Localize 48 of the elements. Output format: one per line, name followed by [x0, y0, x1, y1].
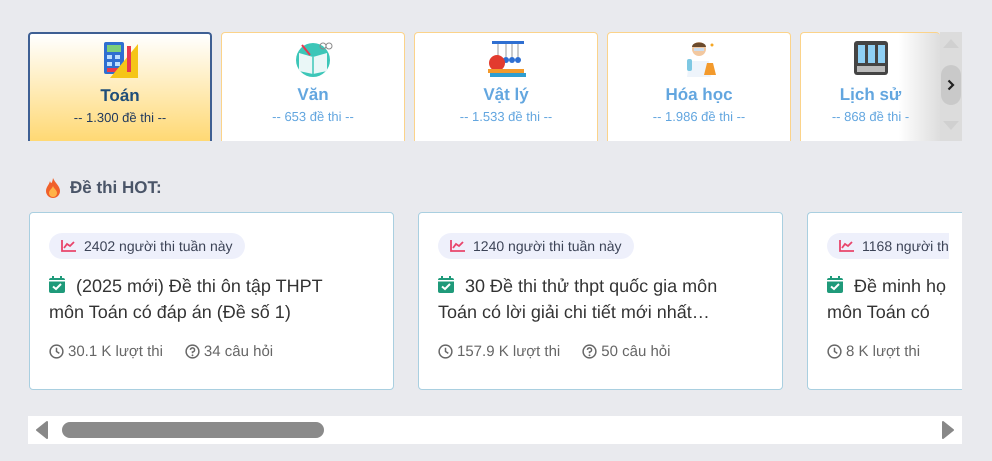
exam-title: môn Toán có	[827, 301, 930, 324]
chevron-right-icon	[947, 78, 955, 90]
attempt-count: 30.1 K lượt thi	[68, 343, 163, 360]
subject-name: Lịch sử	[840, 85, 902, 105]
calendar-check-icon	[438, 276, 454, 293]
exam-card[interactable]: 1240 người thi tuần này 30 Đề thi thử thpt quốc gia môn Toán có lời giải chi tiết mới nhất… 157.9 K lượt thi 50 câu hỏi	[418, 212, 783, 390]
calendar-check-icon	[49, 276, 65, 293]
fire-icon	[46, 178, 60, 198]
attempt-count: 8 K lượt thi	[846, 343, 920, 360]
calendar-check-icon	[827, 276, 843, 293]
exam-count: -- 653 đề thi --	[272, 109, 354, 124]
trend-chart-icon	[450, 240, 465, 252]
scroll-right-icon[interactable]	[942, 421, 954, 439]
trend-chart-icon	[61, 240, 76, 252]
exam-title: môn Toán có đáp án (Đề số 1)	[49, 301, 291, 324]
exam-card[interactable]: 2402 người thi tuần này (2025 mới) Đề thi ôn tập THPT môn Toán có đáp án (Đề số 1) 30.1 K lượt thi 34 câu hỏi	[29, 212, 394, 390]
question-icon	[184, 344, 200, 359]
clock-icon	[438, 344, 453, 359]
horizontal-scrollbar[interactable]	[28, 416, 962, 444]
exam-title: 30 Đề thi thử thpt quốc gia môn	[465, 275, 718, 298]
question-count: 34 câu hỏi	[204, 343, 274, 360]
exam-card[interactable]: 1168 người th Đề minh họ môn Toán có 8 K lượt thi	[807, 212, 962, 390]
exam-title: (2025 mới) Đề thi ôn tập THPT	[76, 275, 323, 298]
scrollbar-thumb[interactable]	[62, 422, 324, 438]
subject-name: Toán	[100, 86, 140, 106]
apple-pendulum-icon	[486, 39, 526, 79]
exam-count: -- 868 đề thi -	[832, 109, 910, 124]
subject-name: Vật lý	[483, 85, 529, 105]
question-count: 50 câu hỏi	[601, 343, 670, 360]
scroll-left-icon[interactable]	[36, 421, 48, 439]
subject-name: Hóa học	[665, 85, 733, 105]
clock-icon	[49, 344, 64, 359]
exam-title: Đề minh họ	[854, 275, 946, 298]
question-icon	[582, 344, 598, 359]
exam-count: -- 1.300 đề thi --	[74, 110, 166, 125]
exam-count: -- 1.533 đề thi --	[460, 109, 552, 124]
weekly-takers: 1168 người th	[862, 238, 949, 254]
next-button[interactable]	[941, 64, 961, 104]
subject-name: Văn	[297, 85, 329, 105]
subject-tab[interactable]: Toán -- 1.300 đề thi --	[28, 32, 212, 141]
exam-count: -- 1.986 đề thi --	[652, 109, 746, 124]
weekly-takers: 1240 người thi tuần này	[473, 238, 622, 254]
exam-title: Toán có lời giải chi tiết mới nhất…	[438, 301, 710, 324]
trend-chart-icon	[839, 240, 854, 252]
attempt-count: 157.9 K lượt thi	[457, 343, 560, 360]
clock-icon	[827, 344, 842, 359]
section-title: Đề thi HOT:	[70, 178, 162, 198]
weekly-takers: 2402 người thi tuần này	[84, 238, 233, 254]
